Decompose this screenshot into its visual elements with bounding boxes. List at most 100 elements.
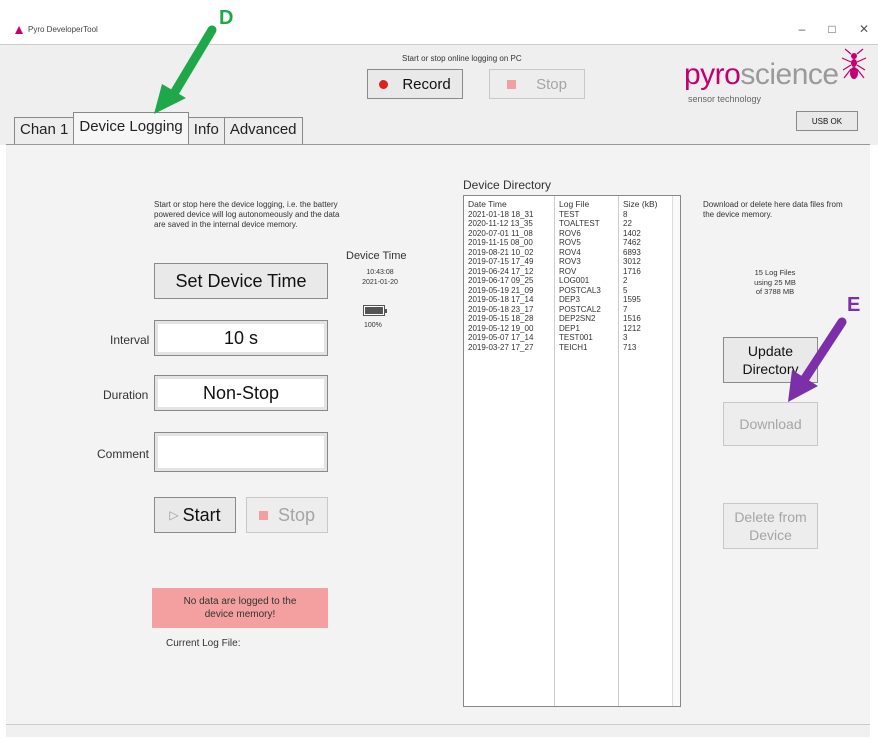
directory-cell[interactable]: 6893 bbox=[623, 248, 657, 258]
logo-subtitle: sensor technology bbox=[688, 94, 762, 104]
directory-cell[interactable]: DEP3 bbox=[559, 295, 601, 305]
directory-cell[interactable]: 2019-05-19 21_09 bbox=[468, 286, 533, 296]
no-logging-warning: No data are logged to the device memory! bbox=[152, 588, 328, 628]
directory-cell[interactable]: 2019-05-18 23_17 bbox=[468, 305, 533, 315]
directory-cell[interactable]: 2020-07-01 11_08 bbox=[468, 229, 533, 239]
directory-cell[interactable]: 713 bbox=[623, 343, 657, 353]
directory-cell[interactable]: 7 bbox=[623, 305, 657, 315]
directory-cell[interactable]: 2019-06-24 17_12 bbox=[468, 267, 533, 277]
directory-cell[interactable]: LOG001 bbox=[559, 276, 601, 286]
directory-cell[interactable]: TEST001 bbox=[559, 333, 601, 343]
stop-logging-button[interactable]: Stop bbox=[246, 497, 328, 533]
directory-cell[interactable]: ROV4 bbox=[559, 248, 601, 258]
annotation-label-d: D bbox=[219, 7, 234, 29]
current-log-file-label: Current Log File: bbox=[166, 638, 241, 649]
battery-icon bbox=[363, 305, 387, 316]
directory-cell[interactable]: 1716 bbox=[623, 267, 657, 277]
directory-cell[interactable]: ROV bbox=[559, 267, 601, 277]
window-title: Pyro DeveloperTool bbox=[28, 25, 98, 34]
directory-scrollbar[interactable] bbox=[672, 196, 680, 706]
app-icon bbox=[15, 26, 23, 34]
stop-square-icon bbox=[507, 79, 517, 89]
horizontal-scrollbar[interactable] bbox=[6, 724, 870, 737]
directory-cell[interactable]: TEST bbox=[559, 210, 601, 220]
directory-cell[interactable]: 7462 bbox=[623, 238, 657, 248]
maximize-button[interactable]: □ bbox=[822, 22, 842, 36]
logging-description: Start or stop here the device logging, i… bbox=[154, 200, 340, 229]
directory-cell[interactable]: ROV3 bbox=[559, 257, 601, 267]
usb-status-button[interactable]: USB OK bbox=[796, 111, 858, 131]
directory-cell[interactable]: ROV5 bbox=[559, 238, 601, 248]
directory-cell[interactable]: 2020-11-12 13_35 bbox=[468, 219, 533, 229]
battery-percent: 100% bbox=[364, 322, 382, 329]
device-directory-label: Device Directory bbox=[463, 178, 552, 192]
directory-cell[interactable]: 2019-03-27 17_27 bbox=[468, 343, 533, 353]
annotation-arrow-d bbox=[154, 25, 217, 114]
record-dot-icon bbox=[379, 79, 389, 89]
directory-cell[interactable]: DEP1 bbox=[559, 324, 601, 334]
memory-usage-info: 15 Log Files using 25 MB of 3788 MB bbox=[754, 268, 796, 296]
directory-cell[interactable]: 3 bbox=[623, 333, 657, 343]
stop-square-icon bbox=[258, 510, 268, 520]
directory-cell[interactable]: 2019-06-17 09_25 bbox=[468, 276, 533, 286]
stop-record-button[interactable]: Stop bbox=[489, 69, 585, 99]
title-bar bbox=[0, 18, 878, 44]
directory-cell[interactable]: 2019-05-12 19_00 bbox=[468, 324, 533, 334]
directory-cell[interactable]: 3012 bbox=[623, 257, 657, 267]
annotation-arrow-e bbox=[788, 317, 847, 402]
record-caption: Start or stop online logging on PC bbox=[402, 54, 522, 63]
column-divider bbox=[554, 196, 555, 706]
tab-chan-1[interactable]: Chan 1 bbox=[14, 117, 75, 144]
directory-cell[interactable]: 2019-05-07 17_14 bbox=[468, 333, 533, 343]
annotation-label-e: E bbox=[847, 294, 861, 316]
comment-label: Comment bbox=[97, 447, 150, 461]
download-description: Download or delete here data files from … bbox=[703, 200, 843, 219]
directory-header-size[interactable]: Size (kB) bbox=[623, 199, 657, 210]
directory-cell[interactable]: TOALTEST bbox=[559, 219, 601, 229]
directory-cell[interactable]: 5 bbox=[623, 286, 657, 296]
directory-cell[interactable]: 2019-05-15 18_28 bbox=[468, 314, 533, 324]
stop-record-label: Stop bbox=[536, 75, 567, 93]
log-file-column: Log File TEST TOALTEST ROV6 ROV5 ROV4 ROV3 ROV L… bbox=[559, 199, 601, 353]
close-button[interactable]: ✕ bbox=[854, 22, 874, 36]
directory-cell[interactable]: 8 bbox=[623, 210, 657, 220]
directory-cell[interactable]: 2019-05-18 17_14 bbox=[468, 295, 533, 305]
tab-advanced[interactable]: Advanced bbox=[223, 117, 303, 144]
directory-cell[interactable]: 2021-01-18 18_31 bbox=[468, 210, 533, 220]
stop-logging-label: Stop bbox=[277, 504, 316, 525]
delete-from-device-button[interactable]: Delete from Device bbox=[723, 503, 818, 549]
date-time-column: Date Time 2021-01-18 18_31 2020-11-12 13_3… bbox=[468, 199, 533, 353]
play-icon: ▷ bbox=[169, 508, 179, 522]
directory-cell[interactable]: 1402 bbox=[623, 229, 657, 239]
interval-label: Interval bbox=[110, 333, 150, 347]
directory-cell[interactable]: 1212 bbox=[623, 324, 657, 334]
interval-field[interactable]: 10 s bbox=[154, 320, 328, 356]
minimize-button[interactable]: – bbox=[792, 22, 812, 36]
duration-field[interactable]: Non-Stop bbox=[154, 375, 328, 411]
record-button[interactable]: Record bbox=[367, 69, 463, 99]
start-label: Start bbox=[182, 504, 221, 525]
directory-cell[interactable]: 1595 bbox=[623, 295, 657, 305]
directory-cell[interactable]: DEP2SN2 bbox=[559, 314, 601, 324]
duration-label: Duration bbox=[103, 388, 149, 402]
directory-cell[interactable]: POSTCAL3 bbox=[559, 286, 601, 296]
ant-logo-icon bbox=[841, 48, 867, 79]
set-device-time-button[interactable]: Set Device Time bbox=[154, 263, 328, 299]
directory-cell[interactable]: TEICH1 bbox=[559, 343, 601, 353]
size-column: Size (kB) 8 22 1402 7462 6893 3012 1716 2 5 1595 7 1… bbox=[623, 199, 657, 353]
column-divider bbox=[618, 196, 619, 706]
directory-header-file[interactable]: Log File bbox=[559, 199, 601, 210]
directory-cell[interactable]: 1516 bbox=[623, 314, 657, 324]
device-directory-list[interactable]: Date Time 2021-01-18 18_31 2020-11-12 13_3… bbox=[463, 195, 681, 707]
directory-cell[interactable]: 2019-08-21 10_02 bbox=[468, 248, 533, 258]
comment-field[interactable] bbox=[154, 432, 328, 472]
directory-cell[interactable]: 2 bbox=[623, 276, 657, 286]
tab-info[interactable]: Info bbox=[187, 117, 225, 144]
directory-cell[interactable]: 2019-07-15 17_49 bbox=[468, 257, 533, 267]
directory-header-date[interactable]: Date Time bbox=[468, 199, 533, 210]
start-logging-button[interactable]: ▷ Start bbox=[154, 497, 236, 533]
directory-cell[interactable]: ROV6 bbox=[559, 229, 601, 239]
directory-cell[interactable]: 22 bbox=[623, 219, 657, 229]
directory-cell[interactable]: 2019-11-15 08_00 bbox=[468, 238, 533, 248]
directory-cell[interactable]: POSTCAL2 bbox=[559, 305, 601, 315]
